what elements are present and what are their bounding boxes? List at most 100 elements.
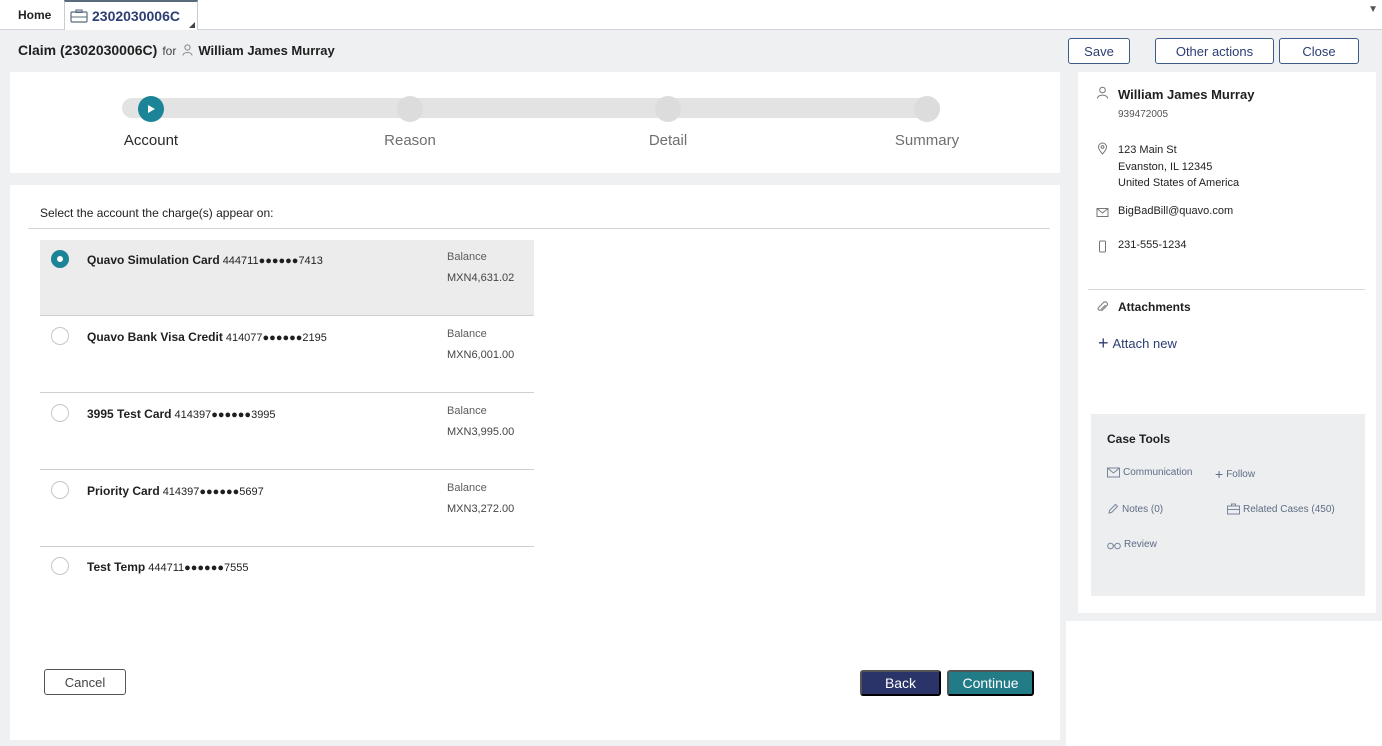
account-name: Quavo Simulation Card — [87, 253, 220, 267]
balance-label: Balance — [447, 482, 487, 494]
account-row[interactable]: Test Temp 444711●●●●●●7555 — [40, 547, 534, 623]
divider — [28, 228, 1050, 229]
paperclip-icon — [1097, 301, 1108, 312]
tab-bar: Home 2302030006C ▼ — [0, 0, 1382, 30]
step-label-account: Account — [123, 132, 179, 149]
continue-button[interactable]: Continue — [947, 670, 1034, 696]
account-radio[interactable] — [51, 481, 69, 499]
step-dot-summary — [914, 96, 940, 122]
balance-value: MXN4,631.02 — [447, 272, 515, 284]
page-title-row: Claim (2302030006C) for William James Mu… — [18, 42, 335, 58]
account-number: 414397●●●●●●5697 — [162, 486, 264, 498]
step-dot-detail — [655, 96, 681, 122]
account-radio[interactable] — [51, 404, 69, 422]
step-label-reason: Reason — [384, 132, 436, 149]
tab-claim-label: 2302030006C — [92, 8, 180, 24]
account-prompt: Select the account the charge(s) appear … — [40, 206, 274, 220]
progress-stepper: Account Reason Detail Summary — [10, 72, 1060, 173]
balance-value: MXN3,995.00 — [447, 426, 515, 438]
customer-sidebar: William James Murray 939472005 123 Main … — [1078, 72, 1376, 613]
balance-label: Balance — [447, 405, 487, 417]
account-radio[interactable] — [51, 557, 69, 575]
account-name: 3995 Test Card — [87, 407, 172, 421]
notes-tool[interactable]: Notes (0) — [1107, 503, 1163, 515]
attach-new-label: Attach new — [1112, 335, 1177, 351]
save-button[interactable]: Save — [1068, 38, 1130, 64]
follow-tool[interactable]: + Follow — [1215, 467, 1255, 481]
other-actions-button[interactable]: Other actions — [1155, 38, 1274, 64]
review-label: Review — [1124, 539, 1157, 550]
phone-icon — [1099, 240, 1106, 253]
account-radio[interactable] — [51, 250, 69, 268]
attachments-title: Attachments — [1118, 300, 1191, 314]
plus-icon: + — [1215, 466, 1224, 482]
account-label: Quavo Bank Visa Credit 414077●●●●●●2195 — [87, 330, 327, 344]
related-cases-tool[interactable]: Related Cases (450) — [1227, 503, 1335, 515]
account-label: 3995 Test Card 414397●●●●●●3995 — [87, 407, 276, 421]
location-pin-icon — [1097, 142, 1108, 155]
account-number: 414077●●●●●●2195 — [225, 332, 327, 344]
briefcase-icon — [70, 9, 88, 23]
close-button[interactable]: Close — [1279, 38, 1359, 64]
title-for-label: for — [162, 44, 177, 58]
balance-label: Balance — [447, 328, 487, 340]
step-dot-account — [138, 96, 164, 122]
address-line3: United States of America — [1118, 177, 1240, 189]
customer-id: 939472005 — [1118, 109, 1169, 120]
attach-new-link[interactable]: + Attach new — [1098, 334, 1177, 352]
review-tool[interactable]: Review — [1107, 539, 1157, 550]
account-row[interactable]: Quavo Bank Visa Credit 414077●●●●●●2195 B… — [40, 317, 534, 393]
glasses-icon — [1107, 542, 1121, 549]
tab-overflow-chevron-icon[interactable]: ▼ — [1368, 4, 1378, 15]
account-name: Test Temp — [87, 560, 146, 574]
step-label-summary: Summary — [894, 132, 960, 149]
balance-label: Balance — [447, 251, 487, 263]
account-name: Priority Card — [87, 484, 160, 498]
mail-icon — [1096, 208, 1109, 217]
briefcase-icon — [1227, 503, 1240, 515]
customer-name[interactable]: William James Murray — [1118, 87, 1254, 102]
step-label-detail: Detail — [648, 132, 688, 149]
case-header: Claim (2302030006C) for William James Mu… — [0, 30, 1382, 72]
related-cases-label: Related Cases (450) — [1243, 503, 1335, 515]
page-title: Claim (2302030006C) — [18, 42, 158, 58]
title-customer-name[interactable]: William James Murray — [198, 43, 334, 58]
mail-icon — [1107, 467, 1120, 478]
communication-tool[interactable]: Communication — [1107, 467, 1192, 478]
person-icon — [1097, 86, 1108, 99]
tab-corner-marker — [189, 22, 195, 28]
play-icon — [148, 105, 155, 113]
account-row[interactable]: Quavo Simulation Card 444711●●●●●●7413 Ba… — [40, 240, 534, 316]
account-selection-panel: Select the account the charge(s) appear … — [10, 185, 1060, 740]
pencil-icon — [1108, 503, 1119, 514]
case-tools-panel: Case Tools Communication + Follow Notes … — [1091, 414, 1365, 596]
divider — [1088, 289, 1365, 290]
account-name: Quavo Bank Visa Credit — [87, 330, 223, 344]
plus-icon: + — [1098, 333, 1109, 353]
stepper-track — [122, 98, 940, 118]
notes-label: Notes (0) — [1122, 503, 1164, 515]
step-dot-reason — [397, 96, 423, 122]
account-radio[interactable] — [51, 327, 69, 345]
tab-home[interactable]: Home — [18, 8, 51, 22]
customer-email[interactable]: BigBadBill@quavo.com — [1118, 205, 1233, 217]
back-button[interactable]: Back — [860, 670, 941, 696]
tab-claim[interactable]: 2302030006C — [64, 0, 198, 30]
address-line1: 123 Main St — [1118, 144, 1177, 156]
account-label: Priority Card 414397●●●●●●5697 — [87, 484, 264, 498]
cancel-button[interactable]: Cancel — [44, 669, 126, 695]
account-number: 414397●●●●●●3995 — [174, 409, 276, 421]
account-label: Quavo Simulation Card 444711●●●●●●7413 — [87, 253, 323, 267]
balance-value: MXN3,272.00 — [447, 503, 515, 515]
follow-label: Follow — [1226, 468, 1256, 480]
customer-phone[interactable]: 231-555-1234 — [1118, 239, 1187, 251]
communication-label: Communication — [1123, 467, 1193, 478]
address-line2: Evanston, IL 12345 — [1118, 161, 1213, 173]
account-row[interactable]: Priority Card 414397●●●●●●5697 Balance MX… — [40, 471, 534, 547]
person-icon — [182, 44, 193, 56]
case-tools-title: Case Tools — [1107, 432, 1171, 446]
account-label: Test Temp 444711●●●●●●7555 — [87, 560, 248, 574]
account-number: 444711●●●●●●7413 — [222, 255, 323, 267]
balance-value: MXN6,001.00 — [447, 349, 515, 361]
account-row[interactable]: 3995 Test Card 414397●●●●●●3995 Balance M… — [40, 394, 534, 470]
